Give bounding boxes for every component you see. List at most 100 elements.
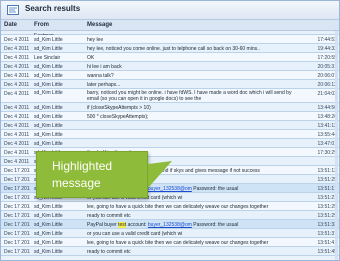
row-date: Dec 17 2011	[4, 186, 30, 192]
row-date: Dec 4 2011	[4, 55, 30, 61]
row-time: 13:51:25	[317, 177, 337, 183]
row-date: Dec 4 2011	[4, 82, 30, 88]
row-time: 13:51:25	[317, 204, 337, 210]
table-row[interactable]: Dec 17 2011 sd_Kim Little lee, going to ha…	[1, 202, 339, 211]
row-date: Dec 4 2011	[4, 73, 30, 79]
table-row[interactable]: Dec 4 2011 sd_Kim Little if (closeSkypeAtt…	[1, 103, 339, 112]
row-time: 13:51:17	[317, 186, 337, 192]
row-from: sd_Kim Little	[34, 114, 63, 120]
table-row[interactable]: Dec 4 2011 sd_Kim Little later perhaps... 2…	[1, 80, 339, 89]
row-message: hey lee, noticed you come online. just t…	[87, 46, 260, 52]
row-message: lee, going to have a quick bite then we …	[87, 240, 269, 246]
table-row[interactable]: Dec 4 2011 sd_Kim Little hey lee 17:44:53	[1, 35, 339, 44]
message-part: PayPal buyer	[87, 222, 119, 228]
row-time: 13:51:13	[317, 168, 337, 174]
table-row[interactable]: Dec 4 2011 sd_Kim Little hey lee, noticed …	[1, 44, 339, 53]
row-time: 17:20:55	[317, 55, 337, 61]
table-row[interactable]: Dec 4 2011 sd_Kim Little hi lee i am back 2…	[1, 62, 339, 71]
scrollbar[interactable]	[335, 31, 338, 260]
row-from: sd_Kim Little	[34, 222, 63, 228]
row-message: lee, going to have a quick bite then we …	[87, 204, 269, 210]
row-time: 13:51:41	[317, 240, 337, 246]
row-time: 13:48:26	[317, 114, 337, 120]
table-row[interactable]: Dec 4 2011 sd_Kim Little 13:55:44	[1, 130, 339, 139]
row-from: sd_Kim Little	[34, 90, 63, 96]
row-date: Dec 4 2011	[4, 132, 30, 138]
row-message: later perhaps...	[87, 82, 121, 88]
column-header: Date From Message	[1, 20, 339, 31]
title-bar: Search results	[1, 1, 339, 20]
row-time: 20:06:07	[317, 73, 337, 79]
row-date: Dec 4 2011	[4, 64, 30, 70]
row-date: Dec 17 2011	[4, 168, 30, 174]
row-from: sd_Kim Little	[34, 141, 63, 147]
row-message: barry, noticed you might be online. i ha…	[87, 90, 292, 102]
row-date: Dec 4 2011	[4, 114, 30, 120]
row-time: 13:51:21	[317, 195, 337, 201]
table-row[interactable]: Dec 17 2011 sd_Kim Little ready to commit …	[1, 211, 339, 220]
table-row[interactable]: Dec 17 2011 sd_Kim Little ready to commit …	[1, 247, 339, 256]
row-message: OK	[87, 55, 95, 61]
row-time: 13:44:56	[317, 105, 337, 111]
window-title: Search results	[25, 4, 81, 13]
row-date: Dec 17 2011	[4, 240, 30, 246]
email-link[interactable]: buyer_132538@om	[148, 222, 192, 228]
table-row[interactable]: Dec 4 2011 Lee Sinclair OK 17:20:55	[1, 53, 339, 62]
row-date: Dec 17 2011	[4, 249, 30, 255]
row-date: Dec 4 2011	[4, 159, 30, 165]
table-row[interactable]: Dec 4 2011 sd_Kim Little 13:47:01	[1, 139, 339, 148]
table-row[interactable]: Dec 4 2011 sd_Kim Little wanna talk? 20:06:…	[1, 71, 339, 80]
table-row[interactable]: Dec 17 2011 sd_Kim Little or you can use a…	[1, 229, 339, 238]
message-part: Password: the usual	[191, 186, 239, 192]
row-time: 20:05:31	[317, 64, 337, 70]
row-message: if (closeSkypeAttempts > 10)	[87, 105, 151, 111]
table-row[interactable]: Dec 4 2011 sd_Kim Little barry, noticed yo…	[1, 89, 339, 103]
search-results-window: Search results Date From Message Eastman…	[0, 0, 340, 261]
row-date: Dec 4 2011	[4, 141, 30, 147]
message-part: account:	[126, 222, 148, 228]
row-date: Dec 17 2011	[4, 177, 30, 183]
row-from: Lee Sinclair	[34, 55, 61, 61]
row-time: 13:51:45	[317, 249, 337, 255]
row-from: sd_Kim Little	[34, 37, 63, 43]
column-message[interactable]: Message	[87, 22, 112, 28]
row-from: sd_Kim Little	[34, 105, 63, 111]
row-date: Dec 17 2011	[4, 204, 30, 210]
row-time: 13:55:44	[317, 132, 337, 138]
row-from: sd_Kim Little	[34, 213, 63, 219]
row-time: 21:04:02	[317, 91, 337, 97]
highlighted-word: test	[118, 222, 127, 228]
search-results-icon	[7, 5, 19, 15]
column-from[interactable]: From	[34, 22, 49, 28]
row-date: Dec 4 2011	[4, 91, 30, 97]
row-message: ready to commit etc	[87, 249, 131, 255]
table-row[interactable]: Dec 17 2011 sd_Kim Little PayPal buyer tes…	[1, 220, 339, 229]
row-from: sd_Kim Little	[34, 82, 63, 88]
row-date: Dec 17 2011	[4, 231, 30, 237]
row-time: 13:51:33	[317, 222, 337, 228]
table-row[interactable]: Dec 17 2011 sd_Kim Little lee, going to ha…	[1, 238, 339, 247]
callout-text: Highlighted message	[52, 158, 112, 192]
callout-pointer-icon	[148, 161, 172, 188]
message-part: Password: the usual	[191, 222, 239, 228]
row-from: sd_Kim Little	[34, 132, 63, 138]
row-date: Dec 4 2011	[4, 46, 30, 52]
row-date: Dec 17 2011	[4, 195, 30, 201]
row-date: Dec 4 2011	[4, 150, 30, 156]
row-from: sd_Kim Little	[34, 204, 63, 210]
row-message: hi lee i am back	[87, 64, 122, 70]
row-time: 17:30:29	[317, 150, 337, 156]
column-date[interactable]: Date	[4, 22, 17, 28]
row-time: 13:47:01	[317, 141, 337, 147]
callout-box: Highlighted message	[36, 151, 148, 198]
row-date: Dec 4 2011	[4, 105, 30, 111]
row-message: 500 * closeSkypeAttempts);	[87, 114, 149, 120]
row-time: 17:44:53	[317, 37, 337, 43]
table-row[interactable]: Dec 4 2011 sd_Kim Little 13:41:12	[1, 121, 339, 130]
table-row[interactable]: Dec 4 2011 sd_Kim Little 500 * closeSkypeA…	[1, 112, 339, 121]
row-from: sd_Kim Little	[34, 46, 63, 52]
row-message: ready to commit etc	[87, 213, 131, 219]
row-from: sd_Kim Little	[34, 231, 63, 237]
callout-line-2: message	[52, 176, 101, 190]
row-message: wanna talk?	[87, 73, 114, 79]
